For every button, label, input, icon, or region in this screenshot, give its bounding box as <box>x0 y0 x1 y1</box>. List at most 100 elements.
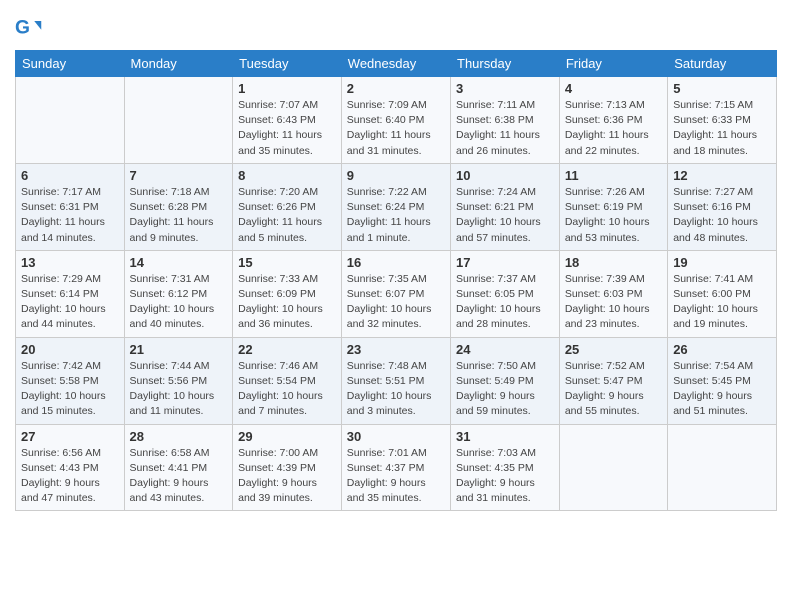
calendar-table: SundayMondayTuesdayWednesdayThursdayFrid… <box>15 50 777 511</box>
calendar-cell <box>124 77 233 164</box>
day-number: 7 <box>130 168 228 183</box>
day-number: 3 <box>456 81 554 96</box>
day-number: 17 <box>456 255 554 270</box>
day-number: 30 <box>347 429 445 444</box>
day-number: 20 <box>21 342 119 357</box>
day-info: Sunrise: 7:48 AMSunset: 5:51 PMDaylight:… <box>347 360 432 418</box>
day-info: Sunrise: 7:44 AMSunset: 5:56 PMDaylight:… <box>130 360 215 418</box>
calendar-cell: 12 Sunrise: 7:27 AMSunset: 6:16 PMDayligh… <box>668 163 777 250</box>
day-number: 9 <box>347 168 445 183</box>
day-info: Sunrise: 6:58 AMSunset: 4:41 PMDaylight:… <box>130 447 210 505</box>
day-info: Sunrise: 7:00 AMSunset: 4:39 PMDaylight:… <box>238 447 318 505</box>
day-number: 15 <box>238 255 336 270</box>
day-number: 11 <box>565 168 662 183</box>
day-info: Sunrise: 7:09 AMSunset: 6:40 PMDaylight:… <box>347 99 431 157</box>
day-number: 13 <box>21 255 119 270</box>
calendar-week-row: 6 Sunrise: 7:17 AMSunset: 6:31 PMDaylight… <box>16 163 777 250</box>
calendar-cell: 5 Sunrise: 7:15 AMSunset: 6:33 PMDaylight… <box>668 77 777 164</box>
calendar-cell: 3 Sunrise: 7:11 AMSunset: 6:38 PMDaylight… <box>451 77 560 164</box>
calendar-week-row: 1 Sunrise: 7:07 AMSunset: 6:43 PMDaylight… <box>16 77 777 164</box>
calendar-cell: 20 Sunrise: 7:42 AMSunset: 5:58 PMDayligh… <box>16 337 125 424</box>
day-info: Sunrise: 7:26 AMSunset: 6:19 PMDaylight:… <box>565 186 650 244</box>
day-info: Sunrise: 7:52 AMSunset: 5:47 PMDaylight:… <box>565 360 645 418</box>
weekday-header: Wednesday <box>341 51 450 77</box>
svg-text:G: G <box>15 17 30 38</box>
day-number: 14 <box>130 255 228 270</box>
weekday-header: Tuesday <box>233 51 342 77</box>
calendar-cell: 23 Sunrise: 7:48 AMSunset: 5:51 PMDayligh… <box>341 337 450 424</box>
day-info: Sunrise: 7:29 AMSunset: 6:14 PMDaylight:… <box>21 273 106 331</box>
calendar-cell: 19Sunrise: 7:41 AMSunset: 6:00 PMDayligh… <box>668 250 777 337</box>
weekday-header: Friday <box>559 51 667 77</box>
calendar-cell <box>16 77 125 164</box>
day-info: Sunrise: 7:27 AMSunset: 6:16 PMDaylight:… <box>673 186 758 244</box>
calendar-week-row: 20 Sunrise: 7:42 AMSunset: 5:58 PMDayligh… <box>16 337 777 424</box>
logo-icon: G <box>15 14 43 42</box>
calendar-cell: 8 Sunrise: 7:20 AMSunset: 6:26 PMDaylight… <box>233 163 342 250</box>
calendar-cell: 11 Sunrise: 7:26 AMSunset: 6:19 PMDayligh… <box>559 163 667 250</box>
day-number: 6 <box>21 168 119 183</box>
day-info: Sunrise: 7:39 AMSunset: 6:03 PMDaylight:… <box>565 273 650 331</box>
day-number: 23 <box>347 342 445 357</box>
weekday-header-row: SundayMondayTuesdayWednesdayThursdayFrid… <box>16 51 777 77</box>
day-number: 2 <box>347 81 445 96</box>
calendar-cell: 15 Sunrise: 7:33 AMSunset: 6:09 PMDayligh… <box>233 250 342 337</box>
day-info: Sunrise: 7:35 AMSunset: 6:07 PMDaylight:… <box>347 273 432 331</box>
calendar-cell: 26Sunrise: 7:54 AMSunset: 5:45 PMDayligh… <box>668 337 777 424</box>
day-number: 16 <box>347 255 445 270</box>
day-info: Sunrise: 7:46 AMSunset: 5:54 PMDaylight:… <box>238 360 323 418</box>
day-info: Sunrise: 7:20 AMSunset: 6:26 PMDaylight:… <box>238 186 322 244</box>
calendar-cell: 31 Sunrise: 7:03 AMSunset: 4:35 PMDayligh… <box>451 424 560 511</box>
day-info: Sunrise: 7:50 AMSunset: 5:49 PMDaylight:… <box>456 360 536 418</box>
calendar-cell: 6 Sunrise: 7:17 AMSunset: 6:31 PMDaylight… <box>16 163 125 250</box>
day-info: Sunrise: 7:17 AMSunset: 6:31 PMDaylight:… <box>21 186 105 244</box>
day-info: Sunrise: 7:07 AMSunset: 6:43 PMDaylight:… <box>238 99 322 157</box>
calendar-cell: 30 Sunrise: 7:01 AMSunset: 4:37 PMDayligh… <box>341 424 450 511</box>
calendar-cell: 14Sunrise: 7:31 AMSunset: 6:12 PMDayligh… <box>124 250 233 337</box>
calendar-cell: 1 Sunrise: 7:07 AMSunset: 6:43 PMDaylight… <box>233 77 342 164</box>
day-info: Sunrise: 7:42 AMSunset: 5:58 PMDaylight:… <box>21 360 106 418</box>
day-info: Sunrise: 7:03 AMSunset: 4:35 PMDaylight:… <box>456 447 536 505</box>
weekday-header: Saturday <box>668 51 777 77</box>
calendar-cell: 27 Sunrise: 6:56 AMSunset: 4:43 PMDayligh… <box>16 424 125 511</box>
calendar-cell: 2 Sunrise: 7:09 AMSunset: 6:40 PMDaylight… <box>341 77 450 164</box>
day-number: 27 <box>21 429 119 444</box>
day-info: Sunrise: 7:15 AMSunset: 6:33 PMDaylight:… <box>673 99 757 157</box>
calendar-cell: 21 Sunrise: 7:44 AMSunset: 5:56 PMDayligh… <box>124 337 233 424</box>
day-number: 29 <box>238 429 336 444</box>
weekday-header: Monday <box>124 51 233 77</box>
day-info: Sunrise: 7:18 AMSunset: 6:28 PMDaylight:… <box>130 186 214 244</box>
day-info: Sunrise: 7:22 AMSunset: 6:24 PMDaylight:… <box>347 186 431 244</box>
calendar-cell: 10Sunrise: 7:24 AMSunset: 6:21 PMDayligh… <box>451 163 560 250</box>
day-info: Sunrise: 7:33 AMSunset: 6:09 PMDaylight:… <box>238 273 323 331</box>
day-number: 12 <box>673 168 771 183</box>
day-number: 1 <box>238 81 336 96</box>
day-info: Sunrise: 7:01 AMSunset: 4:37 PMDaylight:… <box>347 447 427 505</box>
calendar-cell: 29 Sunrise: 7:00 AMSunset: 4:39 PMDayligh… <box>233 424 342 511</box>
day-number: 21 <box>130 342 228 357</box>
day-number: 18 <box>565 255 662 270</box>
day-number: 24 <box>456 342 554 357</box>
day-number: 8 <box>238 168 336 183</box>
day-info: Sunrise: 7:13 AMSunset: 6:36 PMDaylight:… <box>565 99 649 157</box>
day-number: 5 <box>673 81 771 96</box>
calendar-cell: 17Sunrise: 7:37 AMSunset: 6:05 PMDayligh… <box>451 250 560 337</box>
day-number: 31 <box>456 429 554 444</box>
day-info: Sunrise: 6:56 AMSunset: 4:43 PMDaylight:… <box>21 447 101 505</box>
calendar-cell: 13 Sunrise: 7:29 AMSunset: 6:14 PMDayligh… <box>16 250 125 337</box>
calendar-cell: 24 Sunrise: 7:50 AMSunset: 5:49 PMDayligh… <box>451 337 560 424</box>
calendar-week-row: 27 Sunrise: 6:56 AMSunset: 4:43 PMDayligh… <box>16 424 777 511</box>
day-number: 28 <box>130 429 228 444</box>
calendar-cell: 9 Sunrise: 7:22 AMSunset: 6:24 PMDaylight… <box>341 163 450 250</box>
calendar-cell: 4 Sunrise: 7:13 AMSunset: 6:36 PMDaylight… <box>559 77 667 164</box>
day-number: 4 <box>565 81 662 96</box>
calendar-cell: 18 Sunrise: 7:39 AMSunset: 6:03 PMDayligh… <box>559 250 667 337</box>
weekday-header: Thursday <box>451 51 560 77</box>
day-info: Sunrise: 7:54 AMSunset: 5:45 PMDaylight:… <box>673 360 753 418</box>
calendar-cell: 16 Sunrise: 7:35 AMSunset: 6:07 PMDayligh… <box>341 250 450 337</box>
weekday-header: Sunday <box>16 51 125 77</box>
calendar-cell: 7 Sunrise: 7:18 AMSunset: 6:28 PMDaylight… <box>124 163 233 250</box>
day-info: Sunrise: 7:11 AMSunset: 6:38 PMDaylight:… <box>456 99 540 157</box>
day-number: 25 <box>565 342 662 357</box>
day-number: 19 <box>673 255 771 270</box>
